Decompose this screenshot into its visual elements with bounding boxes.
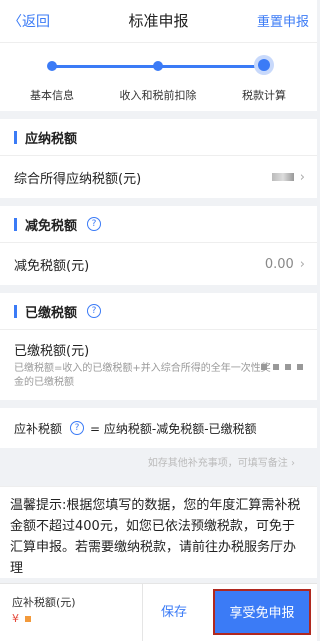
step-dot-basic-info [47,61,57,71]
help-icon[interactable]: ? [87,304,102,318]
due-amount-redacted [25,616,31,622]
step-dot-income [153,61,163,71]
exempt-section: 减免税额 ? 减免税额(元) 0.00 › [0,206,317,285]
due-amount-label: 应补税额(元) [12,596,76,609]
formula-row: 应补税额 ? = 应纳税额-减免税额-已缴税额 [0,408,317,448]
help-icon[interactable]: ? [70,421,85,435]
help-icon[interactable]: ? [87,217,102,231]
paid-amount-value-redacted [261,364,305,370]
exempt-amount-value: 0.00 [264,256,294,272]
exempt-title: 减免税额 [25,218,78,234]
paid-header: 已缴税额 ? [0,293,317,330]
exempt-amount-label: 减免税额(元) [14,258,90,274]
exempt-amount-row[interactable]: 减免税额(元) 0.00 › [0,243,317,285]
bottom-action-bar: 应补税额(元) ¥ 保存 享受免申报 [0,583,317,641]
enjoy-exemption-button[interactable]: 享受免申报 [213,589,311,635]
formula-label: 应补税额 [14,421,63,436]
step-dot-tax-calc [258,59,270,71]
taxable-title: 应纳税额 [25,131,78,147]
reset-declaration-button[interactable]: 重置申报 [257,11,309,30]
section-accent-bar [14,304,17,318]
step-label-tax-calc: 税款计算 [242,89,286,102]
save-button[interactable]: 保存 [142,584,205,641]
taxable-amount-label: 综合所得应纳税额(元) [14,171,142,187]
chevron-right-icon: › [299,256,305,272]
section-accent-bar [14,130,17,144]
taxable-amount-row[interactable]: 综合所得应纳税额(元) › [0,156,317,198]
chevron-right-icon: › [299,169,305,185]
taxable-section: 应纳税额 综合所得应纳税额(元) › [0,119,317,198]
paid-amount-note: 已缴税额=收入的已缴税额+并入综合所得的全年一次性奖金的已缴税额 [14,363,271,388]
paid-section: 已缴税额 ? 已缴税额(元) 已缴税额=收入的已缴税额+并入综合所得的全年一次性… [0,293,317,400]
top-bar: 〈返回 标准申报 重置申报 [0,0,317,42]
section-accent-bar [14,217,17,231]
taxable-header: 应纳税额 [0,119,317,156]
paid-amount-label: 已缴税额(元) [14,344,90,359]
currency-symbol: ¥ [12,612,19,625]
due-amount-value: ¥ [12,612,31,625]
taxable-amount-value-redacted [271,173,294,181]
progress-steps: 基本信息 收入和税前扣除 税款计算 [0,42,317,111]
step-label-basic-info: 基本信息 [30,89,74,102]
faded-hint: 如存其他补充事项，可填写备注 › [147,458,295,469]
paid-title: 已缴税额 [25,305,78,321]
reminder-tip: 温馨提示:根据您填写的数据，您的年度汇算需补税金额不超过400元，如您已依法预缴… [0,486,317,578]
step-label-income: 收入和税前扣除 [119,89,197,102]
formula-text: = 应纳税额-减免税额-已缴税额 [90,421,257,436]
exempt-header: 减免税额 ? [0,206,317,243]
paid-amount-row[interactable]: 已缴税额(元) 已缴税额=收入的已缴税额+并入综合所得的全年一次性奖金的已缴税额 [0,330,317,400]
